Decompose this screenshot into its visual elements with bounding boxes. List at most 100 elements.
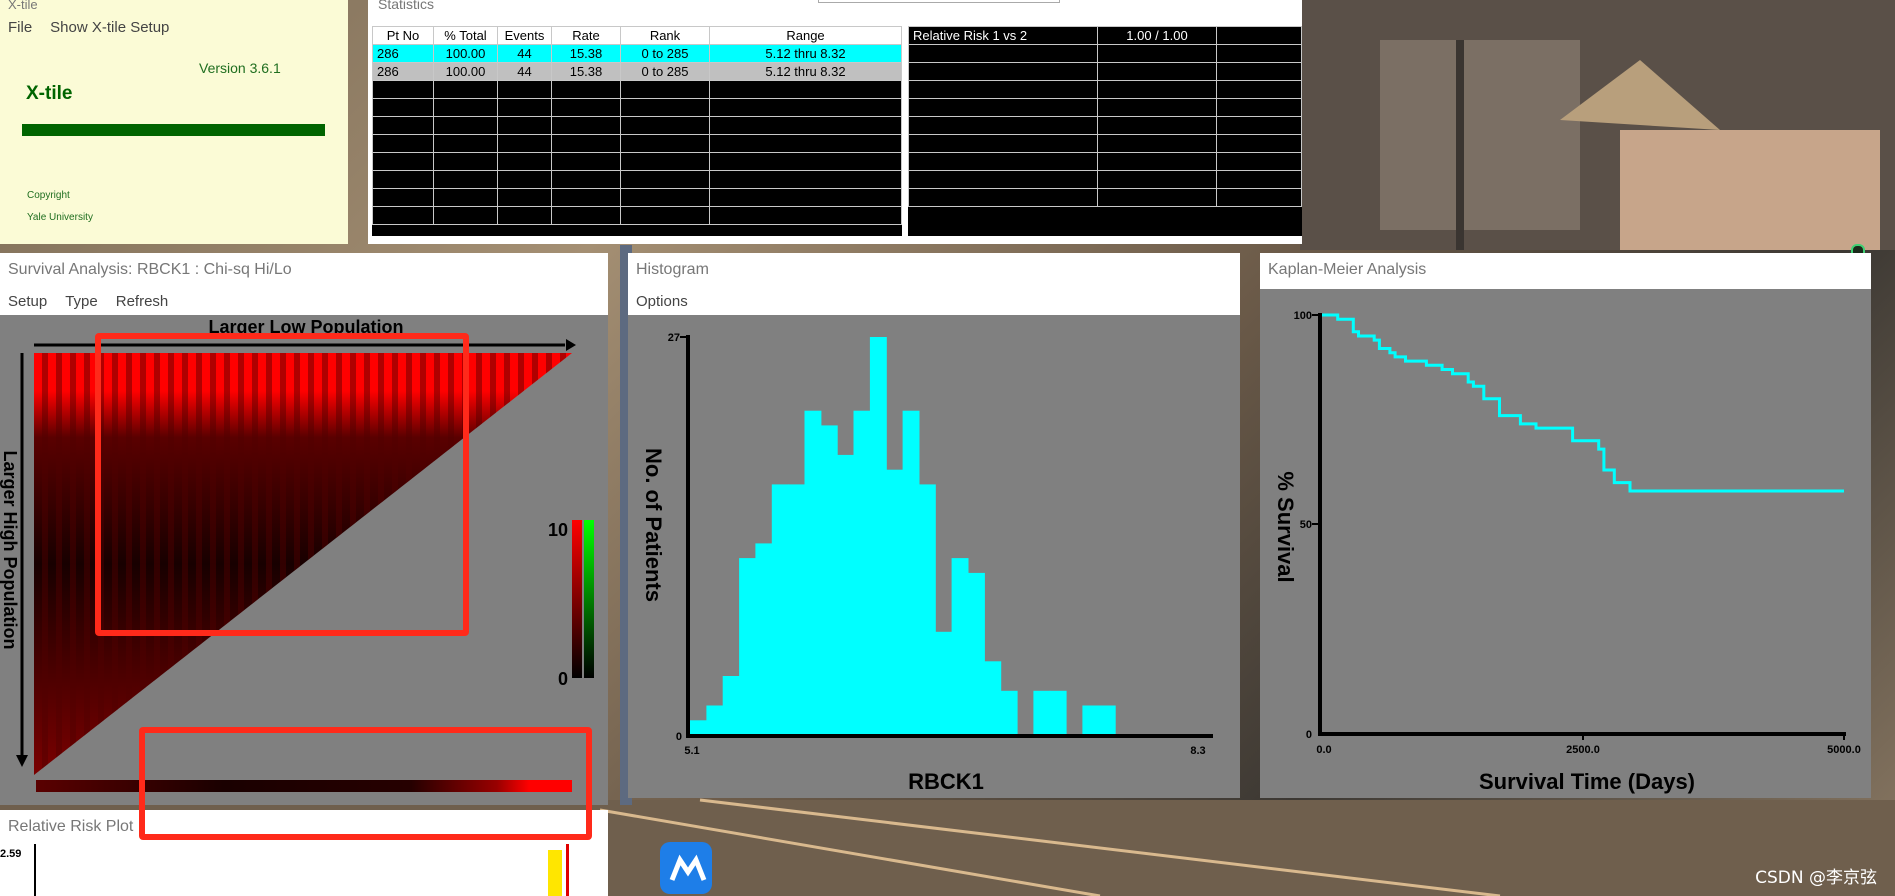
table-row	[372, 152, 902, 171]
histogram-bar	[902, 410, 920, 735]
risk-plot-marker	[566, 844, 569, 896]
survival-window-title: Survival Analysis: RBCK1 : Chi-sq Hi/Lo	[0, 253, 608, 287]
km-title: Kaplan-Meier Analysis	[1260, 253, 1871, 287]
left-axis-label: Larger High Population	[0, 450, 20, 649]
statistics-table-panel: Pt No % Total Events Rate Rank Range 286…	[372, 26, 902, 236]
survival-curve	[1322, 313, 1844, 493]
risk-value: 1.00 / 1.00	[1097, 26, 1217, 45]
histogram-bar	[690, 720, 707, 735]
color-scale	[572, 520, 582, 678]
menu-setup[interactable]: Setup	[8, 293, 47, 310]
y-tick-label: 0	[676, 731, 682, 743]
statistics-window: Statistics Pt No % Total Events Rate Ran…	[368, 0, 1302, 244]
table-row	[372, 80, 902, 99]
table-row[interactable]: 286 100.00 44 15.38 0 to 285 5.12 thru 8…	[372, 44, 902, 63]
x-tick-label: 0.0	[1316, 744, 1331, 756]
x-tick-label: 8.3	[1190, 745, 1205, 757]
histogram-bar	[788, 484, 805, 735]
y-axis-title: % Survival	[1273, 471, 1298, 582]
histogram-bar	[706, 705, 724, 735]
histogram-bar	[739, 558, 756, 735]
km-chart: 100 50 0 0.0 2500.0 5000.0 Survival Time…	[1273, 310, 1861, 794]
histogram-bar	[820, 425, 838, 735]
relative-risk-table: Relative Risk 1 vs 2 1.00 / 1.00	[908, 26, 1302, 207]
menu-show-setup[interactable]: Show X-tile Setup	[50, 19, 169, 36]
histogram-bar	[951, 558, 969, 735]
histogram-bar	[722, 676, 740, 735]
menu-file[interactable]: File	[8, 19, 32, 36]
histogram-bar	[918, 484, 936, 735]
x-tick-label: 5000.0	[1827, 744, 1861, 756]
histogram-bar	[853, 410, 871, 735]
annotation-box-triangle	[95, 333, 469, 636]
histogram-bar	[1082, 705, 1100, 735]
histogram-plot-area: 27 0 5.1 8.3 RBCK1 No. of Patients	[628, 315, 1240, 798]
y-tick-label: 100	[1294, 310, 1312, 322]
app-name-label: X-tile	[26, 83, 73, 104]
histogram-bar	[755, 543, 773, 735]
histogram-window: Histogram Options 27 0 5.1 8.3 RBCK1 No.…	[628, 253, 1240, 798]
col-events[interactable]: Events	[497, 26, 552, 45]
menu-type[interactable]: Type	[65, 293, 98, 310]
histogram-bar	[1000, 690, 1018, 735]
xtile-menu-bar: File Show X-tile Setup	[0, 14, 348, 40]
histogram-bar	[1033, 690, 1051, 735]
col-pt-no[interactable]: Pt No	[372, 26, 434, 45]
progress-bar	[22, 124, 325, 136]
km-plot-area: 100 50 0 0.0 2500.0 5000.0 Survival Time…	[1260, 289, 1871, 798]
xtile-main-window: X-tile File Show X-tile Setup Version 3.…	[0, 0, 348, 244]
copyright-label: Copyright	[27, 190, 70, 201]
histogram-bar	[935, 631, 953, 735]
institution-label: Yale University	[27, 212, 93, 223]
menu-refresh[interactable]: Refresh	[116, 293, 169, 310]
annotation-box-strip	[139, 727, 592, 840]
x-axis-title: Survival Time (Days)	[1479, 769, 1695, 794]
histogram-bar	[1098, 705, 1116, 735]
xtile-window-title: X-tile	[0, 0, 348, 14]
histogram-bar	[984, 661, 1002, 735]
statistics-title: Statistics	[378, 0, 435, 12]
scale-max-label: 10	[548, 520, 568, 540]
relative-risk-panel: Relative Risk 1 vs 2 1.00 / 1.00	[908, 26, 1302, 236]
histogram-title: Histogram	[628, 253, 1240, 287]
col-rate[interactable]: Rate	[551, 26, 621, 45]
histogram-bar	[804, 410, 822, 735]
col-pct-total[interactable]: % Total	[433, 26, 498, 45]
histogram-bar	[1049, 690, 1067, 735]
toolbar-stub	[818, 0, 1060, 3]
histogram-bar	[968, 572, 985, 735]
risk-plot-area[interactable]: 2.59	[0, 844, 608, 896]
histogram-bar	[837, 454, 855, 735]
histogram-menu-bar: Options	[628, 287, 1240, 315]
col-rank[interactable]: Rank	[620, 26, 710, 45]
table-row	[372, 170, 902, 189]
table-row	[372, 98, 902, 117]
x-axis-title: RBCK1	[908, 769, 984, 794]
x-tick-label: 5.1	[684, 745, 699, 757]
menu-options[interactable]: Options	[636, 293, 688, 310]
y-tick-label: 50	[1300, 519, 1312, 531]
risk-plot-yellow-bar	[548, 850, 562, 896]
version-label: Version 3.6.1	[199, 60, 281, 76]
y-tick-label: 0	[1306, 729, 1312, 741]
histogram-chart: 27 0 5.1 8.3 RBCK1 No. of Patients	[641, 332, 1213, 794]
histogram-bar	[771, 484, 789, 735]
survival-menu-bar: Setup Type Refresh	[0, 287, 608, 315]
y-axis-title: No. of Patients	[641, 448, 666, 602]
scale-min-label: 0	[558, 669, 568, 689]
y-tick-label: 27	[668, 332, 680, 344]
histogram-bar	[886, 469, 904, 735]
kaplan-meier-window: Kaplan-Meier Analysis 100 50 0 0.0 2500.…	[1260, 253, 1871, 798]
table-row[interactable]: 286 100.00 44 15.38 0 to 285 5.12 thru 8…	[372, 62, 902, 81]
table-row	[372, 134, 902, 153]
table-row	[372, 116, 902, 135]
col-range[interactable]: Range	[709, 26, 902, 45]
table-row	[372, 206, 902, 225]
histogram-bar	[869, 337, 887, 735]
x-tick-label: 2500.0	[1566, 744, 1600, 756]
watermark: CSDN @李京弦	[1755, 868, 1877, 888]
risk-label: Relative Risk 1 vs 2	[908, 26, 1098, 45]
statistics-table: Pt No % Total Events Rate Rank Range 286…	[372, 26, 902, 225]
risk-plot-ymax: 2.59	[0, 848, 22, 860]
table-row	[372, 188, 902, 207]
